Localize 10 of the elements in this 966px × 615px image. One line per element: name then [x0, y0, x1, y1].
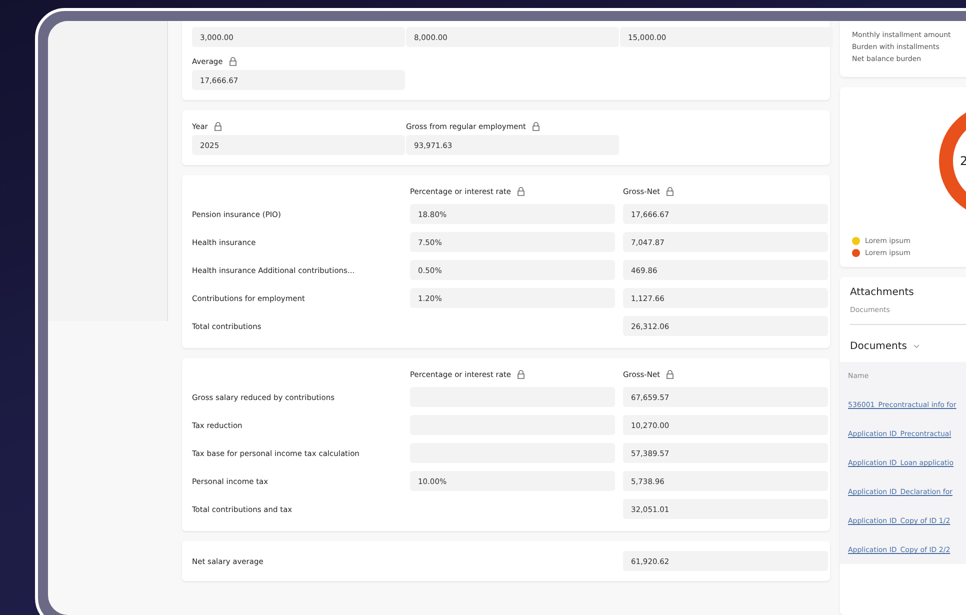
section-title[interactable]: Documents — [850, 341, 908, 352]
lock-icon — [666, 370, 674, 379]
lock-icon — [517, 370, 526, 379]
lock-icon — [517, 187, 526, 196]
lock-icon — [228, 57, 237, 66]
attachments-title: Attachments — [850, 287, 915, 298]
lock-icon — [666, 187, 674, 196]
lock-icon — [214, 122, 222, 131]
lock-icon — [532, 122, 540, 131]
chevron-icon[interactable] — [913, 344, 920, 349]
